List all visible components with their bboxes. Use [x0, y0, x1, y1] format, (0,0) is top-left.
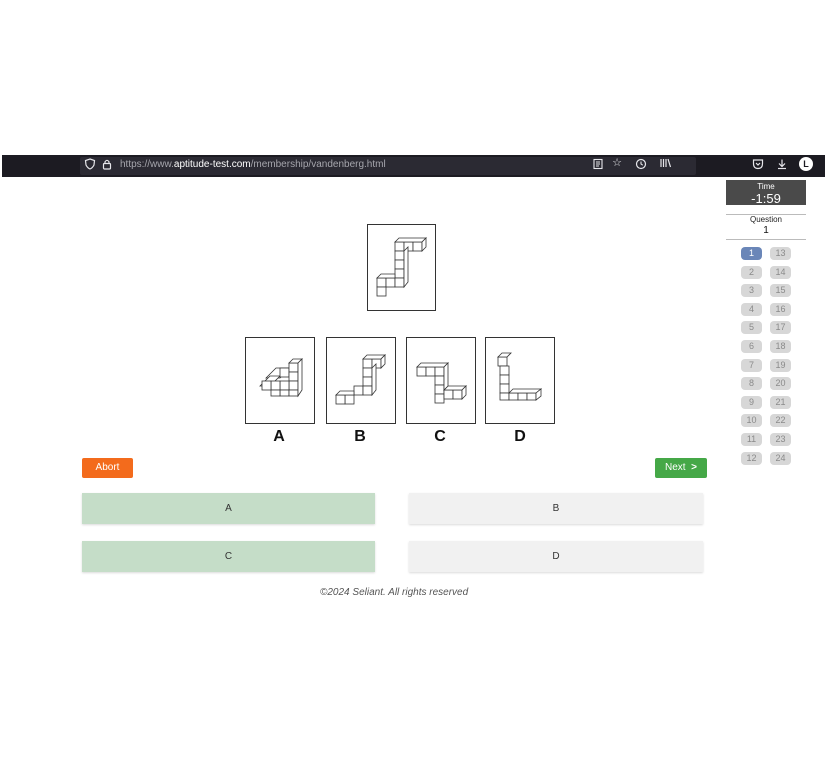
question-nav-button[interactable]: 19	[770, 358, 791, 372]
account-avatar[interactable]: L	[799, 157, 813, 171]
question-nav-button[interactable]: 15	[770, 284, 791, 298]
question-nav-button[interactable]: 8	[741, 377, 762, 391]
chevron-right-icon: >	[691, 462, 697, 473]
option-c-label: C	[434, 428, 446, 445]
abort-button[interactable]: Abort	[82, 458, 133, 478]
timer-value: -1:59	[751, 191, 781, 206]
history-icon[interactable]	[635, 158, 649, 172]
question-nav-button[interactable]: 2	[741, 265, 762, 279]
answer-b-button[interactable]: B	[409, 493, 703, 524]
question-nav-button[interactable]: 9	[741, 395, 762, 409]
option-c-figure	[406, 337, 476, 424]
question-nav-button[interactable]: 14	[770, 265, 791, 279]
lock-icon[interactable]	[101, 158, 115, 172]
answer-c-button[interactable]: C	[82, 541, 375, 572]
next-button[interactable]: Next >	[655, 458, 707, 478]
question-nav-button[interactable]: 17	[770, 321, 791, 335]
reader-view-icon[interactable]	[592, 158, 606, 172]
answer-d-button[interactable]: D	[409, 541, 703, 572]
question-nav-button[interactable]: 7	[741, 358, 762, 372]
question-nav-button[interactable]: 3	[741, 284, 762, 298]
question-label: Question	[726, 214, 806, 225]
question-nav-button[interactable]: 4	[741, 302, 762, 316]
question-figure	[367, 224, 436, 311]
pocket-icon[interactable]	[752, 158, 766, 172]
question-nav-button[interactable]: 12	[741, 451, 762, 465]
url-domain: aptitude-test.com	[173, 159, 251, 170]
question-nav-button[interactable]: 11	[741, 433, 762, 446]
library-icon[interactable]	[659, 157, 673, 171]
timer-box: Time -1:59	[726, 180, 806, 205]
option-b-label: B	[354, 428, 366, 445]
question-nav-button[interactable]: 5	[741, 321, 762, 335]
next-label: Next	[665, 462, 686, 473]
question-nav-button[interactable]: 18	[770, 340, 791, 353]
option-b-figure	[326, 337, 396, 424]
question-nav-button[interactable]: 6	[741, 340, 762, 353]
question-nav-button[interactable]: 21	[770, 395, 791, 409]
footer-copyright: ©2024 Seliant. All rights reserved	[320, 587, 469, 598]
url-path: /membership/vandenberg.html	[250, 159, 386, 170]
question-nav-button[interactable]: 24	[770, 451, 791, 465]
url-text[interactable]: https://www.aptitude-test.com/membership…	[120, 158, 386, 171]
option-a-figure	[245, 337, 315, 424]
question-nav-button[interactable]: 10	[741, 414, 762, 428]
download-icon[interactable]	[776, 158, 790, 172]
url-prefix: https://www.	[120, 159, 174, 170]
question-nav-button[interactable]: 13	[770, 247, 791, 260]
question-nav-button[interactable]: 22	[770, 414, 791, 428]
answer-a-button[interactable]: A	[82, 493, 375, 524]
option-a-label: A	[273, 428, 285, 445]
question-nav-button[interactable]: 16	[770, 302, 791, 316]
question-number: 1	[763, 225, 769, 236]
divider	[726, 239, 806, 240]
star-bookmark-icon[interactable]: ☆	[610, 157, 624, 171]
option-d-label: D	[514, 428, 526, 445]
shield-icon[interactable]	[84, 158, 98, 172]
question-nav-button[interactable]: 20	[770, 377, 791, 391]
option-d-figure	[485, 337, 555, 424]
question-nav-button[interactable]: 1	[741, 247, 762, 260]
question-nav-button[interactable]: 23	[770, 433, 791, 446]
